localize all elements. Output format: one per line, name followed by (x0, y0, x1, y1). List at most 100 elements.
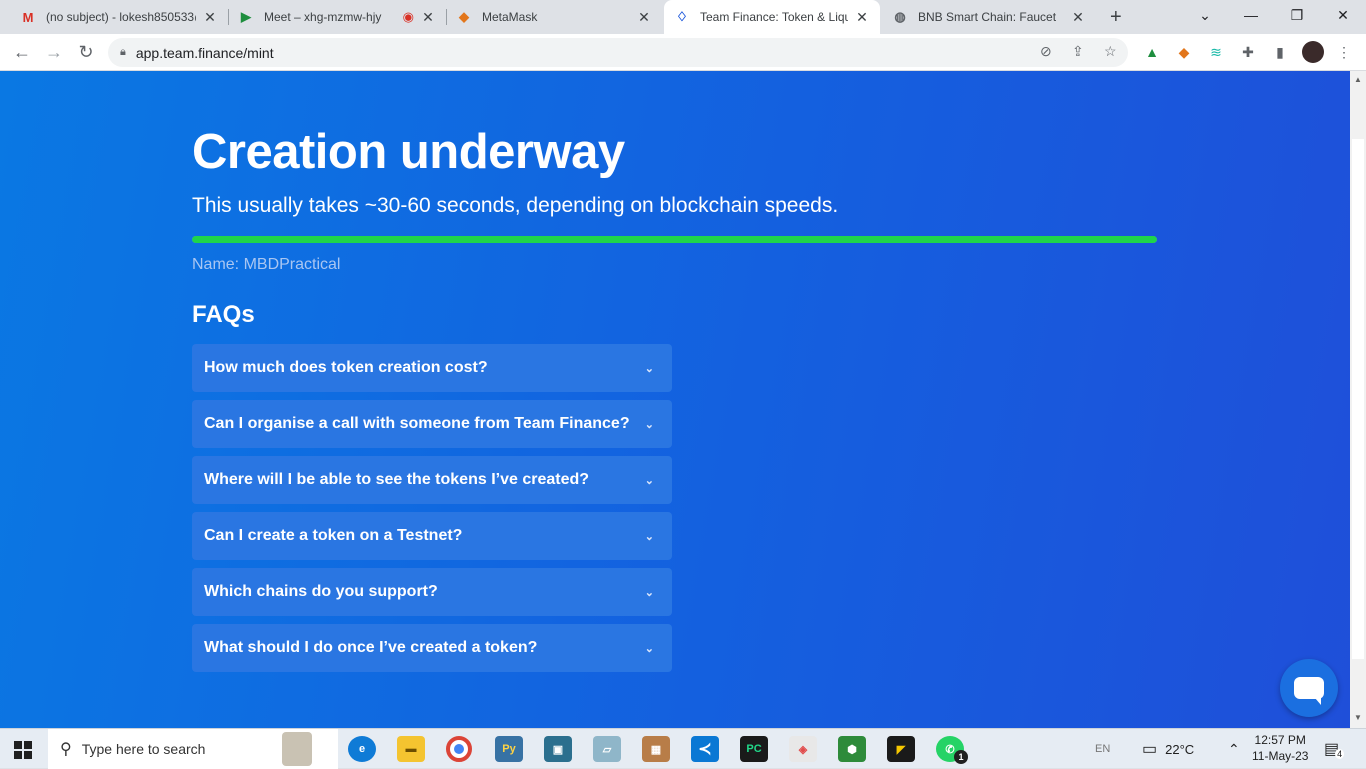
clock[interactable]: 12:57 PM 11-May-23 (1252, 732, 1308, 764)
puzzle-icon[interactable]: ✚ (1238, 42, 1258, 62)
search-highlight-icon (282, 732, 312, 766)
globe-icon: ◍ (894, 9, 906, 24)
scroll-down-icon[interactable]: ▼ (1354, 713, 1362, 722)
tab-strip: M (no subject) - lokesh850533@ ✕ ▶ Meet … (0, 0, 1366, 34)
whatsapp-badge: 1 (954, 750, 968, 764)
vscode-icon[interactable]: ≺ (691, 736, 719, 762)
windows-start-icon[interactable] (14, 741, 32, 759)
teamfinance-icon: ♢ (676, 9, 688, 24)
faq-item[interactable]: How much does token creation cost? ⌄ (192, 344, 672, 392)
notifications-button[interactable]: ▤ 4 (1324, 729, 1345, 769)
tab-search-chevron-icon[interactable]: ⌄ (1182, 0, 1228, 30)
progress-bar (192, 236, 1157, 243)
time: 12:57 PM (1254, 733, 1306, 747)
eye-off-icon[interactable]: ⊘ (1040, 43, 1052, 60)
python-idle-icon[interactable]: ▣ (544, 736, 572, 762)
chat-button[interactable] (1280, 659, 1338, 717)
faq-item[interactable]: Where will I be able to see the tokens I… (192, 456, 672, 504)
tab-meet[interactable]: ▶ Meet – xhg-mzmw-hjy ◉ ✕ (228, 0, 446, 34)
faq-question: How much does token creation cost? (204, 359, 488, 376)
scroll-up-icon[interactable]: ▲ (1354, 75, 1362, 84)
chevron-down-icon: ⌄ (644, 642, 654, 655)
restore-button[interactable]: ❐ (1274, 0, 1320, 30)
menu-icon[interactable]: ⋮ (1334, 42, 1354, 62)
taskbar-search[interactable]: ⚲ Type here to search (48, 729, 338, 769)
chat-icon (1294, 677, 1324, 705)
chevron-up-icon[interactable]: ⌃ (1228, 729, 1240, 769)
side-panel-icon[interactable]: ▮ (1270, 42, 1290, 62)
minimize-button[interactable]: — (1228, 0, 1274, 30)
token-name: Name: MBDPractical (192, 256, 341, 273)
search-placeholder: Type here to search (81, 741, 206, 757)
file-explorer-icon[interactable]: ▬ (397, 736, 425, 762)
weather[interactable]: ▭ 22°C (1142, 729, 1194, 769)
forward-button[interactable]: → (42, 40, 66, 64)
faq-question: What should I do once I’ve created a tok… (204, 639, 538, 656)
extension-wave-icon[interactable]: ≋ (1206, 42, 1226, 62)
browser-toolbar: ← → ↻ 🔒︎ app.team.finance/mint ⊘ ⇪ ☆ ▲ ◆… (0, 34, 1366, 71)
faq-question: Which chains do you support? (204, 583, 438, 600)
page-scrollbar[interactable]: ▲ ▼ (1350, 71, 1366, 728)
app-diamond-icon[interactable]: ◈ (789, 736, 817, 762)
tab-title: Meet – xhg-mzmw-hjy (264, 10, 382, 24)
close-icon[interactable]: ✕ (202, 9, 218, 26)
temperature: 22°C (1165, 741, 1195, 757)
reload-button[interactable]: ↻ (74, 40, 98, 64)
faq-question: Can I organise a call with someone from … (204, 415, 630, 432)
close-window-button[interactable]: ✕ (1320, 0, 1366, 30)
metamask-icon: ◆ (459, 9, 469, 24)
notification-count: 4 (1335, 749, 1345, 759)
green-cube-icon[interactable]: ⬢ (838, 736, 866, 762)
page-subtitle: This usually takes ~30-60 seconds, depen… (192, 194, 839, 217)
close-icon[interactable]: ✕ (854, 9, 870, 26)
tab-gmail[interactable]: M (no subject) - lokesh850533@ ✕ (10, 0, 228, 34)
chevron-down-icon: ⌄ (644, 418, 654, 431)
whatsapp-icon[interactable]: ✆ 1 (936, 736, 968, 764)
avatar[interactable] (1302, 41, 1324, 63)
close-icon[interactable]: ✕ (1070, 9, 1086, 26)
faq-item[interactable]: Which chains do you support? ⌄ (192, 568, 672, 616)
gmail-icon: M (22, 9, 34, 25)
weather-icon: ▭ (1142, 741, 1158, 758)
tab-team-finance[interactable]: ♢ Team Finance: Token & Liqui ✕ (664, 0, 880, 34)
edge-icon[interactable]: e (348, 736, 376, 762)
language-indicator[interactable]: EN (1095, 729, 1110, 769)
scrollbar-thumb[interactable] (1352, 139, 1364, 659)
faq-item[interactable]: Can I organise a call with someone from … (192, 400, 672, 448)
faq-heading: FAQs (192, 301, 255, 328)
sticky-notes-icon[interactable]: ◤ (887, 736, 915, 762)
tab-title: (no subject) - lokesh850533@ (46, 10, 196, 24)
faq-item[interactable]: Can I create a token on a Testnet? ⌄ (192, 512, 672, 560)
progress-fill (192, 236, 1157, 243)
lock-icon[interactable]: 🔒︎ (120, 46, 126, 59)
chevron-down-icon: ⌄ (644, 586, 654, 599)
tab-title: BNB Smart Chain: Faucet (918, 10, 1057, 24)
star-icon[interactable]: ☆ (1104, 43, 1117, 60)
url-text[interactable]: app.team.finance/mint (136, 45, 274, 61)
chevron-down-icon: ⌄ (644, 474, 654, 487)
new-tab-button[interactable]: + (1110, 6, 1122, 29)
close-icon[interactable]: ✕ (420, 9, 436, 26)
close-icon[interactable]: ✕ (636, 9, 652, 26)
back-button[interactable]: ← (10, 40, 34, 64)
chrome-icon[interactable] (446, 736, 472, 762)
drive-icon[interactable]: ▲ (1142, 42, 1162, 62)
chevron-down-icon: ⌄ (644, 362, 654, 375)
tab-bnb-faucet[interactable]: ◍ BNB Smart Chain: Faucet ✕ (882, 0, 1096, 34)
recording-icon: ◉ (402, 9, 414, 24)
metamask-extension-icon[interactable]: ◆ (1174, 42, 1194, 62)
pycharm-icon[interactable]: PC (740, 736, 768, 762)
tab-title: MetaMask (482, 10, 538, 24)
app-icon[interactable]: ▱ (593, 736, 621, 762)
chevron-down-icon: ⌄ (644, 530, 654, 543)
faq-item[interactable]: What should I do once I’ve created a tok… (192, 624, 672, 672)
search-icon: ⚲ (60, 741, 72, 758)
share-icon[interactable]: ⇪ (1072, 43, 1084, 60)
taskbar: ⚲ Type here to search e ▬ Py ▣ ▱ ▦ ≺ PC … (0, 728, 1366, 769)
faq-question: Can I create a token on a Testnet? (204, 527, 463, 544)
python-icon[interactable]: Py (495, 736, 523, 762)
tab-metamask[interactable]: ◆ MetaMask ✕ (446, 0, 662, 34)
address-bar[interactable]: 🔒︎ app.team.finance/mint ⊘ ⇪ ☆ (108, 38, 1128, 67)
package-icon[interactable]: ▦ (642, 736, 670, 762)
faq-question: Where will I be able to see the tokens I… (204, 471, 590, 488)
